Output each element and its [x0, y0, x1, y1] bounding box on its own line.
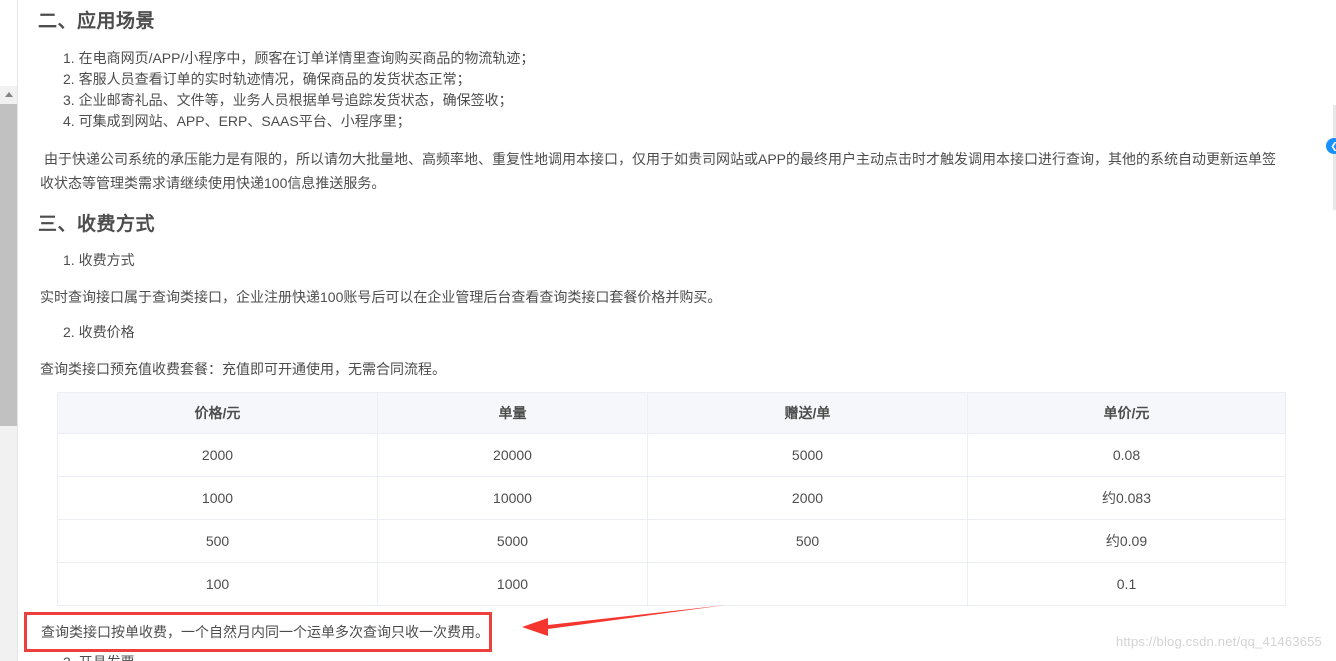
fee-paragraph-1: 实时查询接口属于查询类接口，企业注册快递100账号后可以在企业管理后台查看查询类… — [40, 289, 722, 305]
cell-unit-price: 约0.083 — [967, 476, 1286, 520]
table-row: 100 1000 0.1 — [57, 562, 1286, 606]
cell-bonus: 500 — [647, 519, 968, 563]
table-header: 价格/元 单量 赠送/单 单价/元 — [57, 392, 1286, 434]
cell-bonus: 2000 — [647, 476, 968, 520]
column-header-unit-price: 单价/元 — [967, 392, 1286, 434]
price-package-table: 价格/元 单量 赠送/单 单价/元 2000 20000 5000 0.08 1… — [57, 392, 1286, 606]
table-body: 2000 20000 5000 0.08 1000 10000 2000 约0.… — [57, 433, 1286, 606]
column-header-quantity: 单量 — [377, 392, 648, 434]
csdn-watermark: https://blog.csdn.net/qq_41463655 — [1115, 634, 1322, 649]
cell-bonus: 5000 — [647, 433, 968, 477]
list-item: 1. 在电商网页/APP/小程序中，顾客在订单详情里查询购买商品的物流轨迹； — [63, 50, 535, 66]
table-row: 500 5000 500 约0.09 — [57, 519, 1286, 563]
cell-unit-price: 0.1 — [967, 562, 1286, 606]
column-header-bonus: 赠送/单 — [647, 392, 968, 434]
scrollbar-track-top[interactable] — [0, 0, 17, 86]
cell-quantity: 1000 — [377, 562, 648, 606]
document-content: 二、应用场景 1. 在电商网页/APP/小程序中，顾客在订单详情里查询购买商品的… — [18, 0, 1336, 661]
column-header-price: 价格/元 — [57, 392, 378, 434]
scrollbar-thumb[interactable] — [0, 104, 17, 426]
table-header-row: 价格/元 单量 赠送/单 单价/元 — [57, 392, 1286, 434]
highlighted-note-box: 查询类接口按单收费，一个自然月内同一个运单多次查询只收一次费用。 — [24, 612, 492, 652]
section-heading-application: 二、应用场景 — [38, 11, 156, 32]
cell-bonus — [647, 562, 968, 606]
list-item: 3. 企业邮寄礼品、文件等，业务人员根据单号追踪发货状态，确保签收； — [63, 92, 513, 108]
cell-quantity: 10000 — [377, 476, 648, 520]
fee-subheading-1: 1. 收费方式 — [63, 252, 135, 268]
cell-price: 100 — [57, 562, 378, 606]
page-scrollbar[interactable] — [0, 0, 18, 661]
panel-collapse-toggle-icon[interactable]: ❮ — [1326, 138, 1336, 154]
table-row: 1000 10000 2000 约0.083 — [57, 476, 1286, 520]
cell-unit-price: 约0.09 — [967, 519, 1286, 563]
application-scenario-list: 1. 在电商网页/APP/小程序中，顾客在订单详情里查询购买商品的物流轨迹； 2… — [63, 48, 534, 132]
cell-quantity: 20000 — [377, 433, 648, 477]
list-item: 2. 客服人员查看订单的实时轨迹情况，确保商品的发货状态正常； — [63, 71, 471, 87]
fee-paragraph-2: 查询类接口预充值收费套餐：充值即可开通使用，无需合同流程。 — [40, 361, 446, 377]
section-heading-fees: 三、收费方式 — [38, 214, 156, 235]
next-list-item-cutoff: 3. 开具发票 — [63, 652, 135, 661]
scroll-up-arrow-icon[interactable] — [0, 86, 17, 103]
highlighted-note-text: 查询类接口按单收费，一个自然月内同一个运单多次查询只收一次费用。 — [41, 624, 489, 640]
cell-unit-price: 0.08 — [967, 433, 1286, 477]
scrollbar-track-bottom[interactable] — [0, 426, 17, 661]
cell-price: 1000 — [57, 476, 378, 520]
cell-price: 2000 — [57, 433, 378, 477]
cell-quantity: 5000 — [377, 519, 648, 563]
list-item: 4. 可集成到网站、APP、ERP、SAAS平台、小程序里； — [63, 113, 411, 129]
cell-price: 500 — [57, 519, 378, 563]
fee-subheading-2: 2. 收费价格 — [63, 324, 135, 340]
table-row: 2000 20000 5000 0.08 — [57, 433, 1286, 477]
usage-warning-paragraph: 由于快递公司系统的承压能力是有限的，所以请勿大批量地、高频率地、重复性地调用本接… — [40, 151, 1277, 191]
